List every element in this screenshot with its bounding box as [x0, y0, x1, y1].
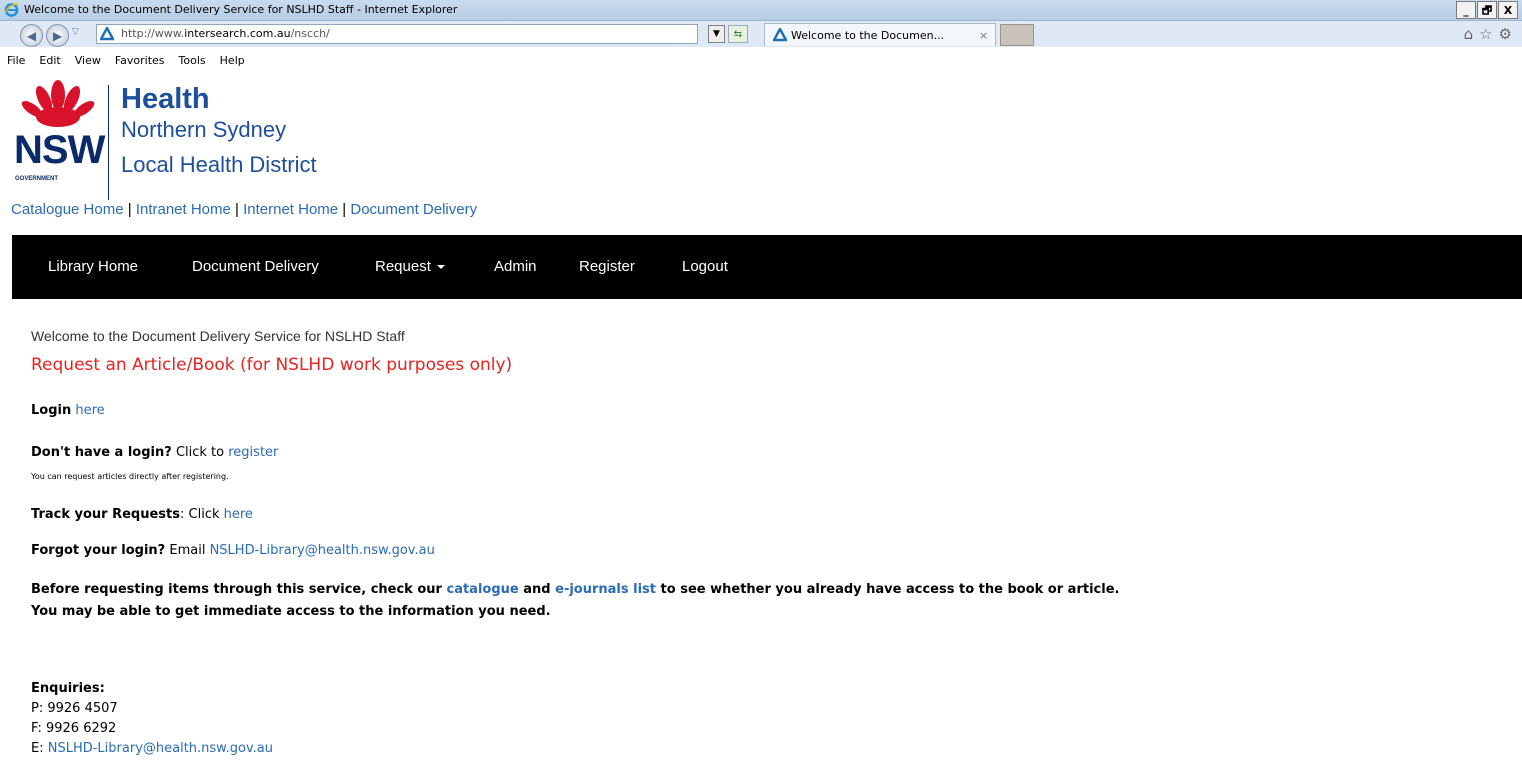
menu-favorites[interactable]: Favorites — [115, 54, 165, 67]
logo-district-line2: Local Health District — [121, 152, 317, 177]
login-link[interactable]: here — [75, 403, 104, 418]
nav-register[interactable]: Register — [579, 258, 635, 275]
refresh-button[interactable]: ⇆ — [728, 25, 748, 43]
link-catalogue-home[interactable]: Catalogue Home — [11, 201, 124, 218]
notice-line-2: You may be able to get immediate access … — [31, 604, 551, 619]
ejournals-link[interactable]: e-journals list — [555, 582, 656, 597]
logo-district-line1: Northern Sydney — [121, 117, 287, 142]
nsw-health-logo: NSW GOVERNMENT Health Northern Sydney Lo… — [12, 77, 372, 200]
register-line: Don't have a login? Click to register — [31, 445, 278, 460]
click-to-text: Click to — [175, 445, 225, 460]
forward-arrow-icon: ▶ — [52, 28, 63, 43]
history-dropdown-icon[interactable]: ▽ — [72, 27, 79, 37]
window-controls: _ 🗗 X — [1456, 1, 1518, 19]
login-label: Login — [31, 403, 72, 418]
close-window-button[interactable]: X — [1498, 1, 1518, 19]
restore-button[interactable]: 🗗 — [1477, 1, 1497, 19]
menu-tools[interactable]: Tools — [179, 54, 206, 67]
enquiries-fax: F: 9926 6292 — [31, 721, 117, 736]
forgot-label: Forgot your login? — [31, 543, 166, 558]
caret-down-icon — [436, 265, 445, 270]
back-button[interactable]: ◀ — [20, 24, 43, 47]
welcome-text: Welcome to the Document Delivery Service… — [31, 328, 405, 344]
library-email-link[interactable]: NSLHD-Library@health.nsw.gov.au — [210, 543, 435, 558]
login-line: Login here — [31, 403, 105, 418]
track-label: Track your Requests — [31, 507, 180, 522]
address-dropdown-button[interactable]: ▼ — [708, 25, 725, 43]
tab-title: Welcome to the Documen... — [791, 29, 945, 42]
browser-tab[interactable]: Welcome to the Documen... × — [764, 23, 996, 46]
menu-file[interactable]: File — [7, 54, 25, 67]
register-note: You can request articles directly after … — [31, 472, 229, 481]
enquiries-heading: Enquiries: — [31, 681, 105, 696]
enquiries-email-link[interactable]: NSLHD-Library@health.nsw.gov.au — [48, 741, 273, 756]
logo-government-text: GOVERNMENT — [15, 176, 59, 182]
tab-favicon-icon — [773, 28, 787, 42]
nav-library-home[interactable]: Library Home — [48, 258, 138, 275]
catalogue-link[interactable]: catalogue — [446, 582, 518, 597]
and-text: and — [523, 582, 551, 597]
home-icon[interactable]: ⌂ — [1464, 25, 1474, 43]
internet-explorer-icon — [4, 3, 19, 17]
waratah-flower-icon — [21, 80, 95, 127]
nav-document-delivery[interactable]: Document Delivery — [192, 258, 319, 275]
enquiries-email-line: E: NSLHD-Library@health.nsw.gov.au — [31, 741, 273, 756]
forgot-email-text: Email — [169, 543, 206, 558]
tab-close-icon[interactable]: × — [979, 29, 988, 42]
nav-admin[interactable]: Admin — [494, 258, 537, 275]
menu-help[interactable]: Help — [220, 54, 245, 67]
track-line: Track your Requests: Click here — [31, 507, 253, 522]
forgot-line: Forgot your login? Email NSLHD-Library@h… — [31, 543, 435, 558]
menu-edit[interactable]: Edit — [39, 54, 60, 67]
logo-health-text: Health — [121, 83, 210, 115]
logo-nsw-text: NSW — [14, 128, 105, 172]
address-url[interactable]: http://www.intersearch.com.au/nscch/ — [121, 27, 330, 40]
nav-request-dropdown[interactable]: Request — [375, 258, 445, 275]
new-tab-button[interactable] — [1000, 24, 1034, 46]
dropdown-arrow-icon: ▼ — [713, 29, 720, 39]
settings-gear-icon[interactable]: ⚙ — [1499, 25, 1512, 43]
window-title: Welcome to the Document Delivery Service… — [24, 3, 458, 16]
forward-button[interactable]: ▶ — [46, 24, 69, 47]
notice-text-2: to see whether you already have access t… — [660, 582, 1120, 597]
site-favicon-icon — [100, 27, 114, 41]
menu-bar: File Edit View Favorites Tools Help — [0, 48, 1522, 72]
email-prefix: E: — [31, 741, 44, 756]
notice-line-1: Before requesting items through this ser… — [31, 582, 1119, 597]
browser-command-icons: ⌂ ☆ ⚙ — [1464, 25, 1512, 43]
notice-text-1: Before requesting items through this ser… — [31, 582, 442, 597]
enquiries-phone: P: 9926 4507 — [31, 701, 118, 716]
logo-divider — [108, 85, 109, 200]
browser-toolbar: ◀ ▶ ▽ http://www.intersearch.com.au/nscc… — [0, 21, 1522, 47]
no-login-label: Don't have a login? — [31, 445, 172, 460]
link-intranet-home[interactable]: Intranet Home — [136, 201, 231, 218]
main-navbar: Library Home Document Delivery Request A… — [12, 235, 1522, 299]
refresh-icon: ⇆ — [733, 28, 743, 40]
nav-logout[interactable]: Logout — [682, 258, 728, 275]
link-document-delivery[interactable]: Document Delivery — [350, 201, 477, 218]
track-link[interactable]: here — [224, 507, 253, 522]
address-bar[interactable]: http://www.intersearch.com.au/nscch/ — [96, 24, 698, 44]
minimize-button[interactable]: _ — [1456, 1, 1476, 19]
menu-view[interactable]: View — [75, 54, 101, 67]
back-arrow-icon: ◀ — [26, 28, 37, 43]
request-heading: Request an Article/Book (for NSLHD work … — [31, 355, 513, 375]
window-title-bar: Welcome to the Document Delivery Service… — [0, 0, 1522, 21]
link-internet-home[interactable]: Internet Home — [243, 201, 338, 218]
track-click-text: : Click — [180, 507, 220, 522]
register-link[interactable]: register — [228, 445, 278, 460]
top-links: Catalogue Home | Intranet Home | Interne… — [11, 201, 478, 218]
favorites-star-icon[interactable]: ☆ — [1479, 25, 1492, 43]
nav-request-label: Request — [375, 258, 431, 275]
